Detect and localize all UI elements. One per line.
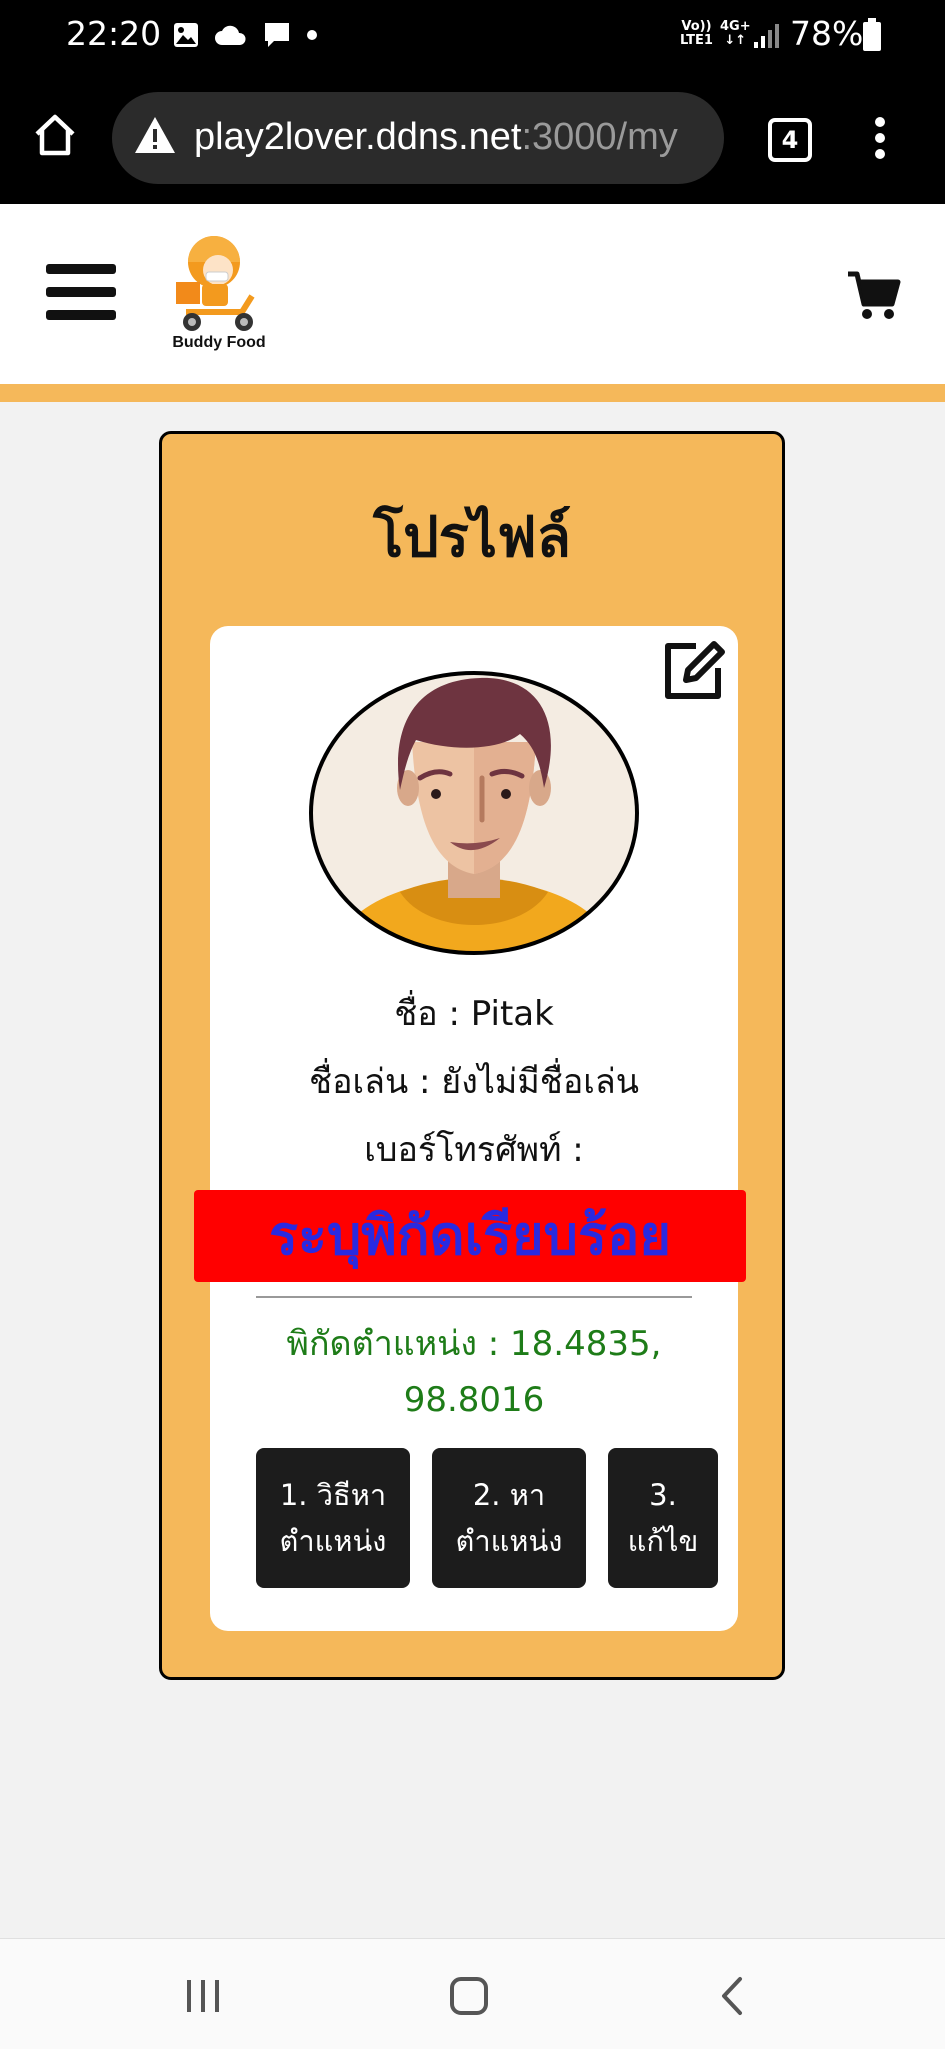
address-bar[interactable]: play2lover.ddns.net:3000/my <box>112 92 724 184</box>
recent-apps-icon[interactable] <box>184 1977 222 2015</box>
page-title: โปรไฟล์ <box>373 505 571 570</box>
phone-field: เบอร์โทรศัพท์ : <box>364 1130 584 1170</box>
notification-icons <box>172 20 318 50</box>
profile-details-panel: ชื่อ : Pitak ชื่อเล่น : ยังไม่มีชื่อเล่น… <box>210 626 738 1631</box>
url-text: play2lover.ddns.net:3000/my <box>194 116 678 158</box>
divider <box>256 1296 692 1298</box>
avatar <box>309 671 639 955</box>
network-indicator-4g: 4G+ ↓↑ <box>720 19 751 48</box>
message-icon <box>265 23 289 47</box>
image-icon <box>174 23 198 47</box>
status-time: 22:20 <box>66 14 162 53</box>
header-accent-strip <box>0 384 945 402</box>
more-options-icon[interactable] <box>866 114 894 162</box>
logo-mascot-icon <box>176 236 255 331</box>
find-location-button[interactable]: 2. หา ตำแหน่ง <box>432 1448 586 1588</box>
how-to-find-location-button[interactable]: 1. วิธีหา ตำแหน่ง <box>256 1448 410 1588</box>
cart-icon[interactable] <box>846 270 902 322</box>
home-nav-icon[interactable] <box>448 1975 490 2017</box>
signal-icon <box>754 24 779 48</box>
profile-card: โปรไฟล์ ชื่อ: Pitak ชื่อเล่น: ยังไม่มี… <box>159 431 785 1680</box>
nickname-field: ชื่อเล่น : ยังไม่มีชื่อเล่น <box>309 1062 639 1102</box>
system-navigation-bar <box>0 1938 945 2049</box>
tab-switcher-button[interactable]: 4 <box>768 118 812 162</box>
buddy-food-logo[interactable]: Buddy Food <box>0 204 290 384</box>
app-header: Buddy Food <box>0 204 945 384</box>
warning-icon <box>135 117 175 153</box>
network-indicator-volte: Vo)) LTE1 <box>680 19 713 48</box>
logo-text: Buddy Food <box>172 334 266 351</box>
success-toast: ระบุพิกัดเรียบร้อย <box>194 1190 746 1282</box>
coordinates-text: พิกัดตำแหน่ง : 18.4835, 98.8016 <box>286 1324 662 1420</box>
name-field: ชื่อ : Pitak <box>394 994 554 1034</box>
browser-toolbar: play2lover.ddns.net:3000/my 4 <box>0 72 945 204</box>
status-bar: 22:20 Vo)) LTE1 4G+ ↓↑ 78% <box>0 0 945 72</box>
edit-button[interactable]: 3. แก้ไข <box>608 1448 718 1588</box>
battery-icon <box>863 18 881 51</box>
cloud-icon <box>215 25 246 45</box>
battery-percent: 78% <box>790 14 864 53</box>
dot-icon <box>307 30 317 40</box>
home-icon[interactable] <box>32 112 78 158</box>
edit-icon[interactable] <box>658 636 728 706</box>
back-icon[interactable] <box>718 1975 746 2017</box>
